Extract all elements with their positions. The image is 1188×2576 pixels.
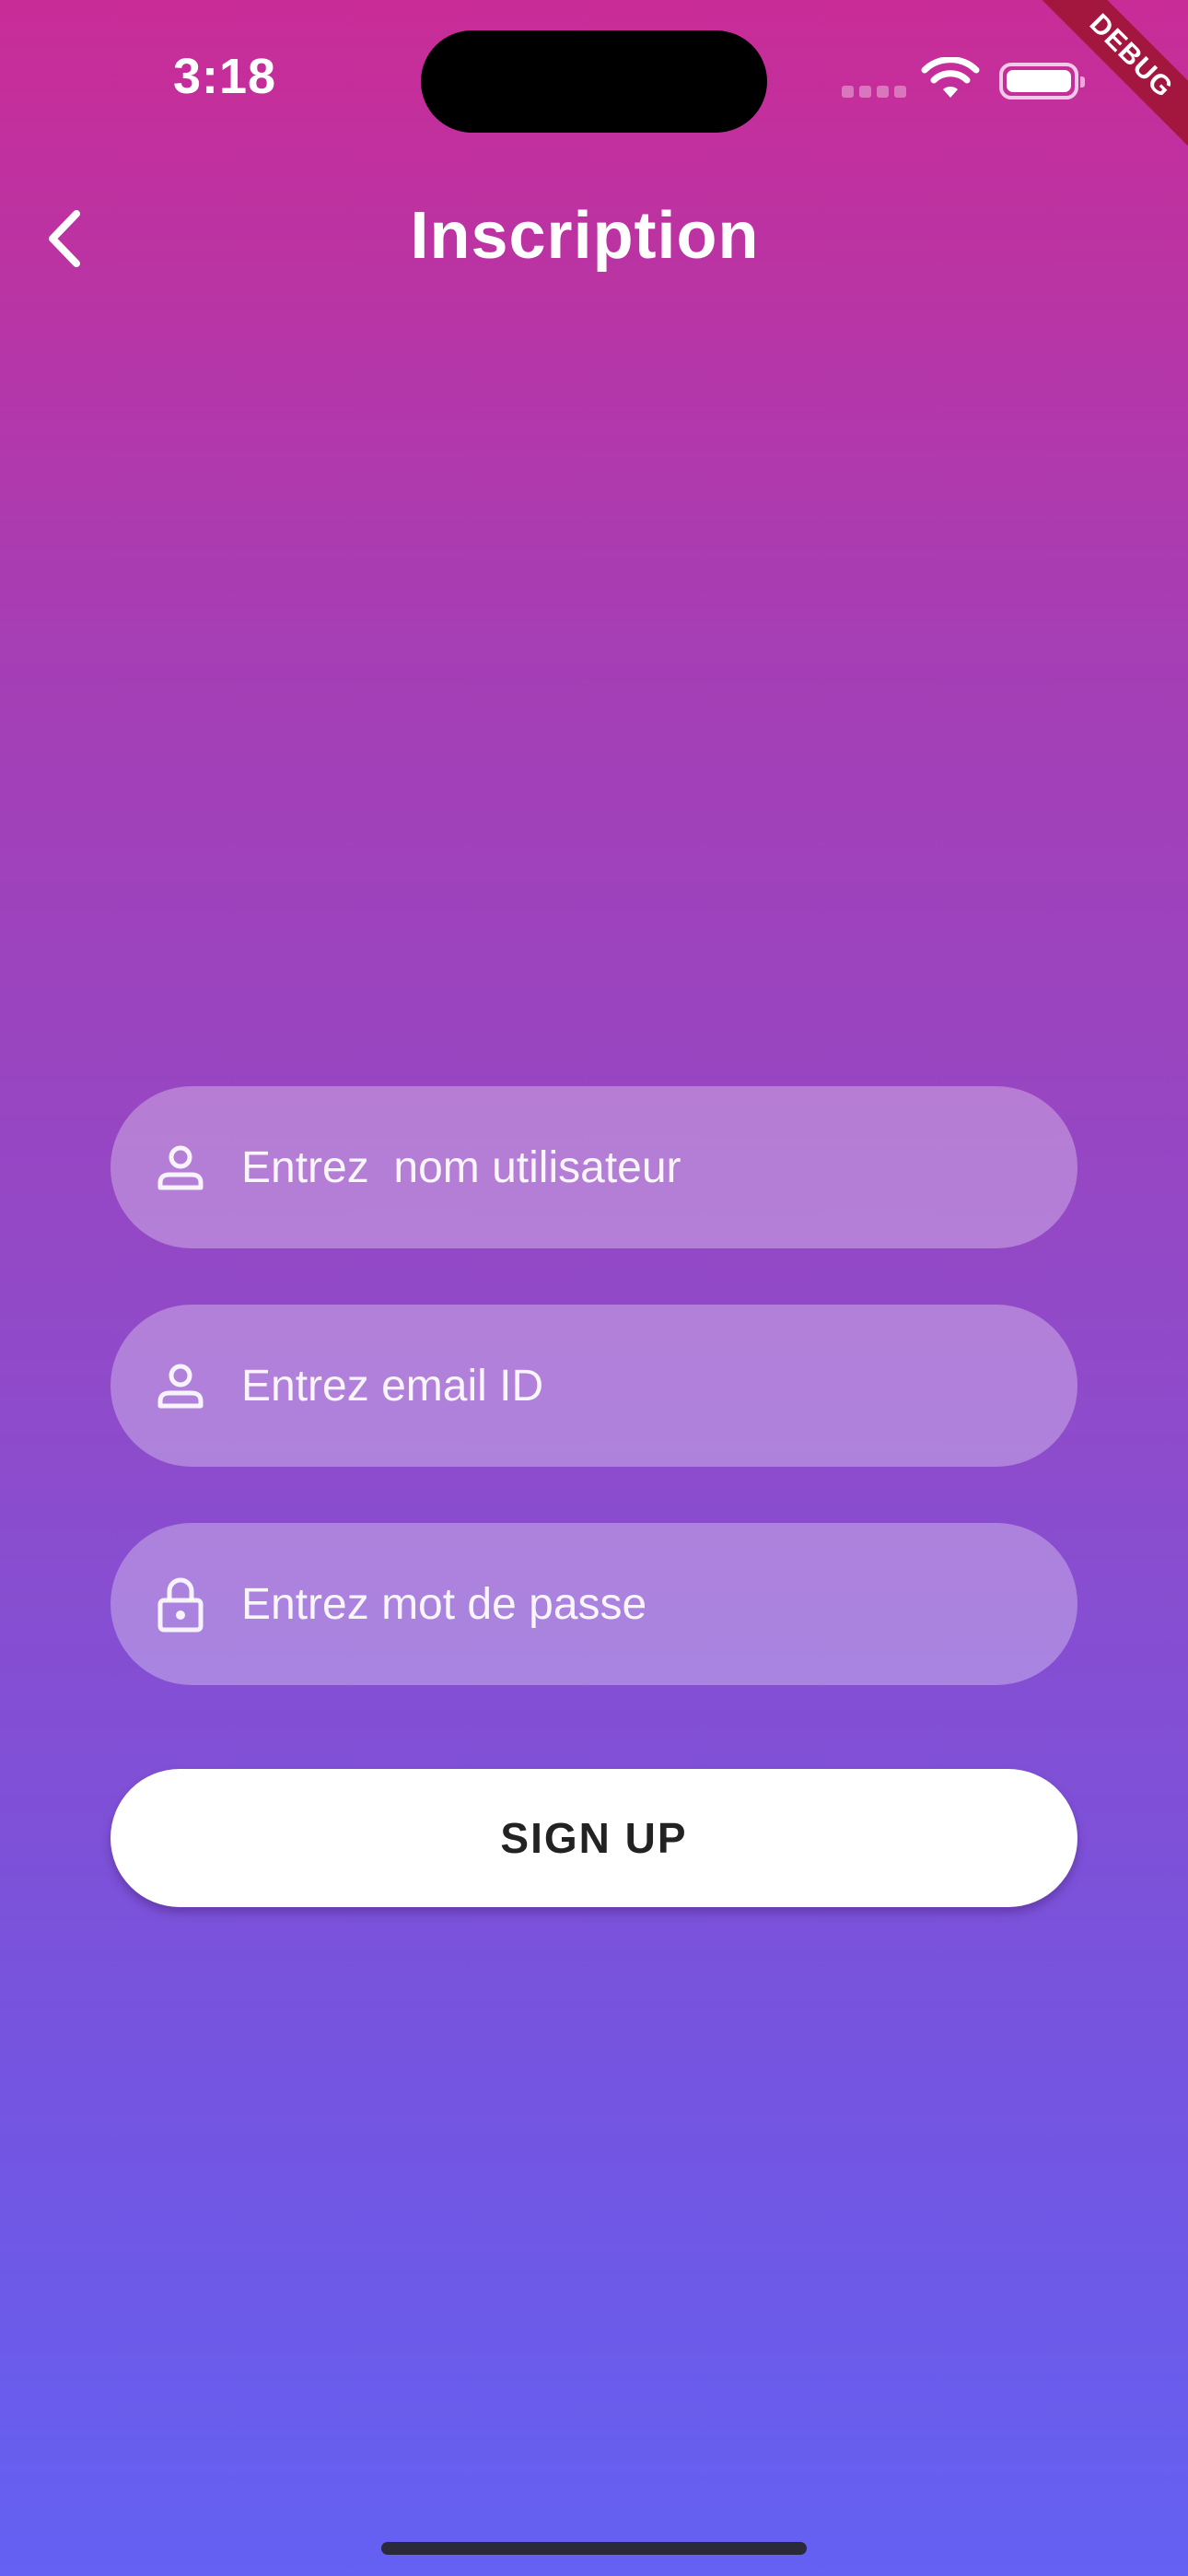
status-bar: 3:18 — [0, 0, 1188, 157]
page-title: Inscription — [410, 199, 760, 273]
cellular-signal-icon — [842, 86, 906, 98]
signup-button[interactable]: SIGN UP — [111, 1769, 1077, 1907]
debug-banner: DEBUG — [1031, 0, 1188, 157]
debug-label: DEBUG — [1031, 0, 1188, 157]
password-input[interactable] — [241, 1578, 996, 1630]
wifi-icon — [921, 57, 980, 98]
dynamic-island — [421, 30, 767, 133]
app-bar: Inscription — [0, 180, 1188, 299]
person-icon — [153, 1140, 208, 1195]
person-icon — [153, 1358, 208, 1413]
status-time: 3:18 — [173, 49, 277, 104]
email-field[interactable] — [111, 1305, 1077, 1467]
username-input[interactable] — [241, 1142, 996, 1193]
email-input[interactable] — [241, 1360, 996, 1411]
lock-icon — [153, 1576, 208, 1633]
home-indicator[interactable] — [381, 2542, 807, 2555]
password-field[interactable] — [111, 1523, 1077, 1685]
username-field[interactable] — [111, 1086, 1077, 1248]
